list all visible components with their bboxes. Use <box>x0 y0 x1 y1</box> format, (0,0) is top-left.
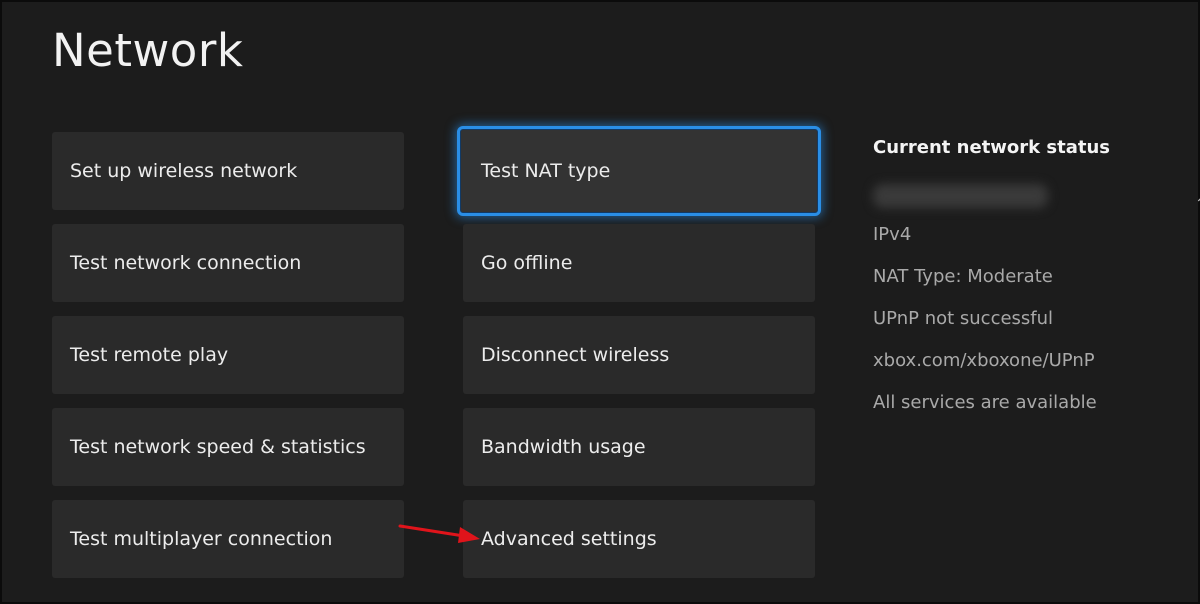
status-upnp-help-link: xbox.com/xboxone/UPnP <box>873 350 1095 371</box>
go-offline-button[interactable]: Go offline <box>463 224 815 302</box>
edge-caret-icon: ⌃ <box>1195 196 1200 212</box>
network-status-list: IPv4 NAT Type: Moderate UPnP not success… <box>873 214 1173 424</box>
status-nat-type: NAT Type: Moderate <box>873 266 1053 287</box>
tile-label: Bandwidth usage <box>481 436 646 458</box>
tile-label: Disconnect wireless <box>481 344 670 366</box>
tile-label: Go offline <box>481 252 573 274</box>
test-network-connection-button[interactable]: Test network connection <box>52 224 404 302</box>
test-nat-type-button[interactable]: Test NAT type <box>457 126 821 216</box>
status-ip-version: IPv4 <box>873 224 912 245</box>
tile-label: Test remote play <box>70 344 229 366</box>
page-title: Network <box>52 24 244 77</box>
bandwidth-usage-button[interactable]: Bandwidth usage <box>463 408 815 486</box>
disconnect-wireless-button[interactable]: Disconnect wireless <box>463 316 815 394</box>
annotation-arrow-icon <box>398 524 480 543</box>
tile-label: Test network speed & statistics <box>70 436 366 458</box>
advanced-settings-button[interactable]: Advanced settings <box>463 500 815 578</box>
tile-label: Set up wireless network <box>70 160 298 182</box>
test-multiplayer-connection-button[interactable]: Test multiplayer connection <box>52 500 404 578</box>
tile-label: Test NAT type <box>481 160 611 182</box>
set-up-wireless-network-button[interactable]: Set up wireless network <box>52 132 404 210</box>
network-status-panel: Current network status IPv4 NAT Type: Mo… <box>873 134 1173 424</box>
status-services: All services are available <box>873 392 1097 413</box>
redacted-network-name <box>873 184 1048 208</box>
test-network-speed-button[interactable]: Test network speed & statistics <box>52 408 404 486</box>
network-settings-screen: Network Set up wireless network Test net… <box>0 0 1200 604</box>
tile-label: Advanced settings <box>481 528 657 550</box>
tile-label: Test network connection <box>70 252 302 274</box>
test-remote-play-button[interactable]: Test remote play <box>52 316 404 394</box>
status-upnp: UPnP not successful <box>873 308 1054 329</box>
network-status-heading: Current network status <box>873 137 1111 158</box>
tile-label: Test multiplayer connection <box>70 528 333 550</box>
